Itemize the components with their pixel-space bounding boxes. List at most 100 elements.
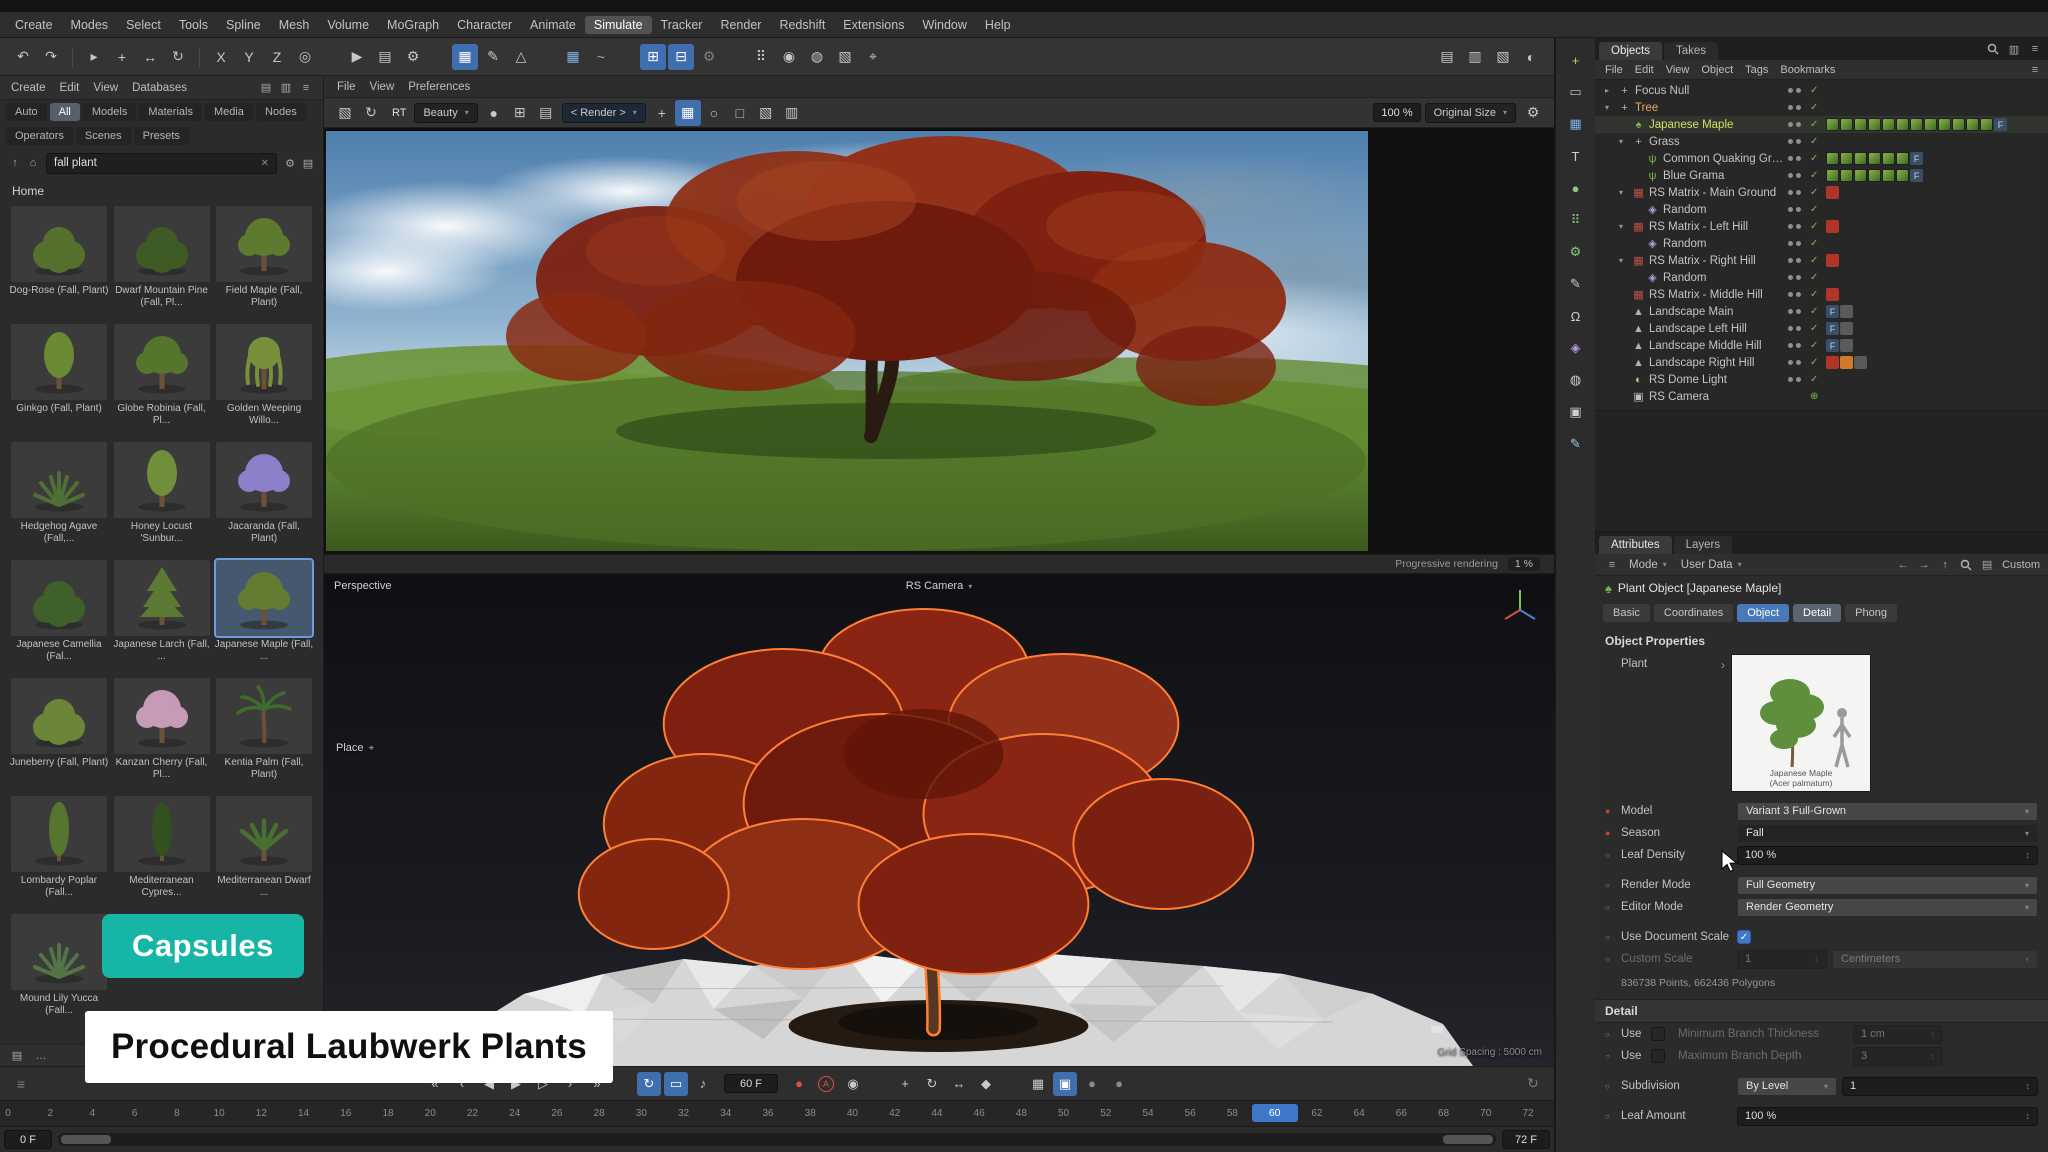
- expand-arrow-icon[interactable]: ▾: [1619, 137, 1631, 146]
- expand-arrow-icon[interactable]: ▾: [1619, 256, 1631, 265]
- editor-visibility-dot[interactable]: [1788, 190, 1793, 195]
- menu-help[interactable]: Help: [976, 16, 1020, 34]
- object-row-landscape-middle-hill[interactable]: ▲Landscape Middle Hill✓F: [1595, 337, 2048, 354]
- render-visibility-dot[interactable]: [1796, 292, 1801, 297]
- effector-tool-icon[interactable]: ⚙: [1563, 240, 1589, 264]
- subdivision-level-field[interactable]: 1↕: [1842, 1077, 2038, 1096]
- use-document-scale-checkbox[interactable]: ✓: [1737, 930, 1751, 944]
- render-view-settings-icon[interactable]: ⚙: [1520, 100, 1546, 126]
- snap-icon[interactable]: ⊞: [640, 44, 666, 70]
- asset-item-globe-robinia-fall-pl[interactable]: Globe Robinia (Fall, Pl...: [113, 324, 211, 442]
- material-tag-icon[interactable]: [1826, 118, 1839, 131]
- clear-search-icon[interactable]: ✕: [261, 158, 269, 169]
- detail-header[interactable]: Detail: [1595, 999, 2048, 1023]
- leaf-amount-field[interactable]: 100 %↕: [1737, 1107, 2038, 1126]
- fields-tag-icon[interactable]: F: [1994, 118, 2007, 131]
- viewport-menu-file[interactable]: File: [330, 81, 363, 93]
- new-folder-icon[interactable]: ▤: [8, 1047, 26, 1065]
- spinner-arrows[interactable]: ↕: [2026, 1081, 2031, 1091]
- filter-all[interactable]: All: [50, 103, 80, 121]
- editor-visibility-dot[interactable]: [1788, 139, 1793, 144]
- tab-detail[interactable]: Detail: [1793, 604, 1841, 622]
- enabled-check-icon[interactable]: ✓: [1810, 221, 1826, 232]
- text-tool-icon[interactable]: T: [1563, 144, 1589, 168]
- render-visibility-dot[interactable]: [1796, 224, 1801, 229]
- enabled-check-icon[interactable]: ✓: [1810, 306, 1826, 317]
- coordinate-system-icon[interactable]: ◎: [292, 44, 318, 70]
- rotate-icon[interactable]: ↻: [165, 44, 191, 70]
- picture-viewer-icon[interactable]: ▥: [779, 100, 805, 126]
- menu-tracker[interactable]: Tracker: [652, 16, 712, 34]
- enabled-check-icon[interactable]: ✓: [1810, 204, 1826, 215]
- material-tag-icon[interactable]: [1882, 169, 1895, 182]
- solo-button[interactable]: ▣: [1053, 1072, 1077, 1096]
- workplane-icon[interactable]: ▧: [832, 44, 858, 70]
- rt-toggle[interactable]: RT: [387, 107, 411, 119]
- volumes-icon[interactable]: ◍: [804, 44, 830, 70]
- object-row-tree[interactable]: ▾+Tree✓: [1595, 99, 2048, 116]
- object-row-landscape-left-hill[interactable]: ▲Landscape Left Hill✓F: [1595, 320, 2048, 337]
- list-view-icon[interactable]: ▥: [277, 79, 295, 97]
- tab-object[interactable]: Object: [1737, 604, 1789, 622]
- material-tag-icon[interactable]: [1896, 152, 1909, 165]
- menu-redshift[interactable]: Redshift: [770, 16, 834, 34]
- spline-tool-icon[interactable]: ✎: [1563, 272, 1589, 296]
- subdivision-surface-icon[interactable]: △: [508, 44, 534, 70]
- viewport-menu-view[interactable]: View: [363, 81, 402, 93]
- editor-visibility-dot[interactable]: [1788, 207, 1793, 212]
- render-visibility-dot[interactable]: [1796, 326, 1801, 331]
- material-tag-icon[interactable]: [1854, 118, 1867, 131]
- object-options-icon[interactable]: ≡: [2026, 40, 2044, 58]
- back-arrow-icon[interactable]: ←: [1894, 556, 1912, 574]
- enabled-check-icon[interactable]: ✓: [1810, 153, 1826, 164]
- material-tag-icon[interactable]: [1980, 118, 1993, 131]
- menu-render[interactable]: Render: [711, 16, 770, 34]
- keyframe-dot[interactable]: ●: [1605, 828, 1621, 838]
- sphere-tool-icon[interactable]: ●: [1563, 176, 1589, 200]
- object-row-blue-grama[interactable]: ψBlue Grama✓F: [1595, 167, 2048, 184]
- keyframe-dot[interactable]: ○: [1605, 1112, 1621, 1121]
- object-menu-file[interactable]: File: [1599, 64, 1629, 76]
- quantize-icon[interactable]: ⊟: [668, 44, 694, 70]
- redshift-tag-icon[interactable]: [1826, 356, 1839, 369]
- enabled-check-icon[interactable]: ✓: [1810, 187, 1826, 198]
- spinner-arrows[interactable]: ↕: [2026, 850, 2031, 860]
- plane-tool-icon[interactable]: ▭: [1563, 80, 1589, 104]
- home-icon[interactable]: ⌂: [24, 154, 42, 172]
- object-row-focus-null[interactable]: ▸+Focus Null✓: [1595, 82, 2048, 99]
- spinner-arrows[interactable]: ↕: [1931, 1029, 1936, 1039]
- fields-icon[interactable]: ◉: [776, 44, 802, 70]
- editor-visibility-dot[interactable]: [1788, 360, 1793, 365]
- enabled-check-icon[interactable]: ✓: [1810, 255, 1826, 266]
- fields-tag-icon[interactable]: F: [1826, 305, 1839, 318]
- parent-arrow-icon[interactable]: ↑: [1936, 556, 1954, 574]
- refresh-icon[interactable]: ↻: [1520, 1071, 1546, 1097]
- volume-tool-icon[interactable]: ◍: [1563, 368, 1589, 392]
- panel-menu-icon[interactable]: ≡: [1603, 556, 1621, 574]
- asset-item-lombardy-poplar-fall[interactable]: Lombardy Poplar (Fall...: [10, 796, 108, 914]
- enabled-check-icon[interactable]: ✓: [1810, 238, 1826, 249]
- editor-visibility-dot[interactable]: [1788, 258, 1793, 263]
- render-region-icon[interactable]: ▧: [332, 100, 358, 126]
- range-start-field[interactable]: 0 F: [4, 1130, 52, 1149]
- y-axis-lock-button[interactable]: Y: [236, 44, 262, 70]
- object-menu-edit[interactable]: Edit: [1629, 64, 1660, 76]
- filter-scenes[interactable]: Scenes: [76, 127, 131, 145]
- asset-section-home[interactable]: Home: [0, 178, 323, 202]
- record-position-icon[interactable]: +: [893, 1072, 917, 1096]
- search-icon[interactable]: [1957, 556, 1975, 574]
- object-row-rs-dome-light[interactable]: ◐RS Dome Light✓: [1595, 371, 2048, 388]
- redshift-tag-icon[interactable]: [1826, 288, 1839, 301]
- menu-simulate[interactable]: Simulate: [585, 16, 652, 34]
- view-options-icon[interactable]: ≡: [2026, 61, 2044, 79]
- menu-mesh[interactable]: Mesh: [270, 16, 319, 34]
- thumbnail-view-icon[interactable]: ▤: [257, 79, 275, 97]
- perspective-viewport[interactable]: Perspective RS Camera ▾ Place ⌖: [324, 574, 1554, 1066]
- render-settings-icon[interactable]: ⚙: [400, 44, 426, 70]
- zoom-field[interactable]: 100 %: [1373, 103, 1420, 122]
- render-visibility-dot[interactable]: [1796, 88, 1801, 93]
- editor-visibility-dot[interactable]: [1788, 309, 1793, 314]
- material-tag-icon[interactable]: [1840, 118, 1853, 131]
- render-visibility-dot[interactable]: [1796, 207, 1801, 212]
- plant-preview[interactable]: Japanese Maple (Acer palmatum): [1731, 654, 1871, 792]
